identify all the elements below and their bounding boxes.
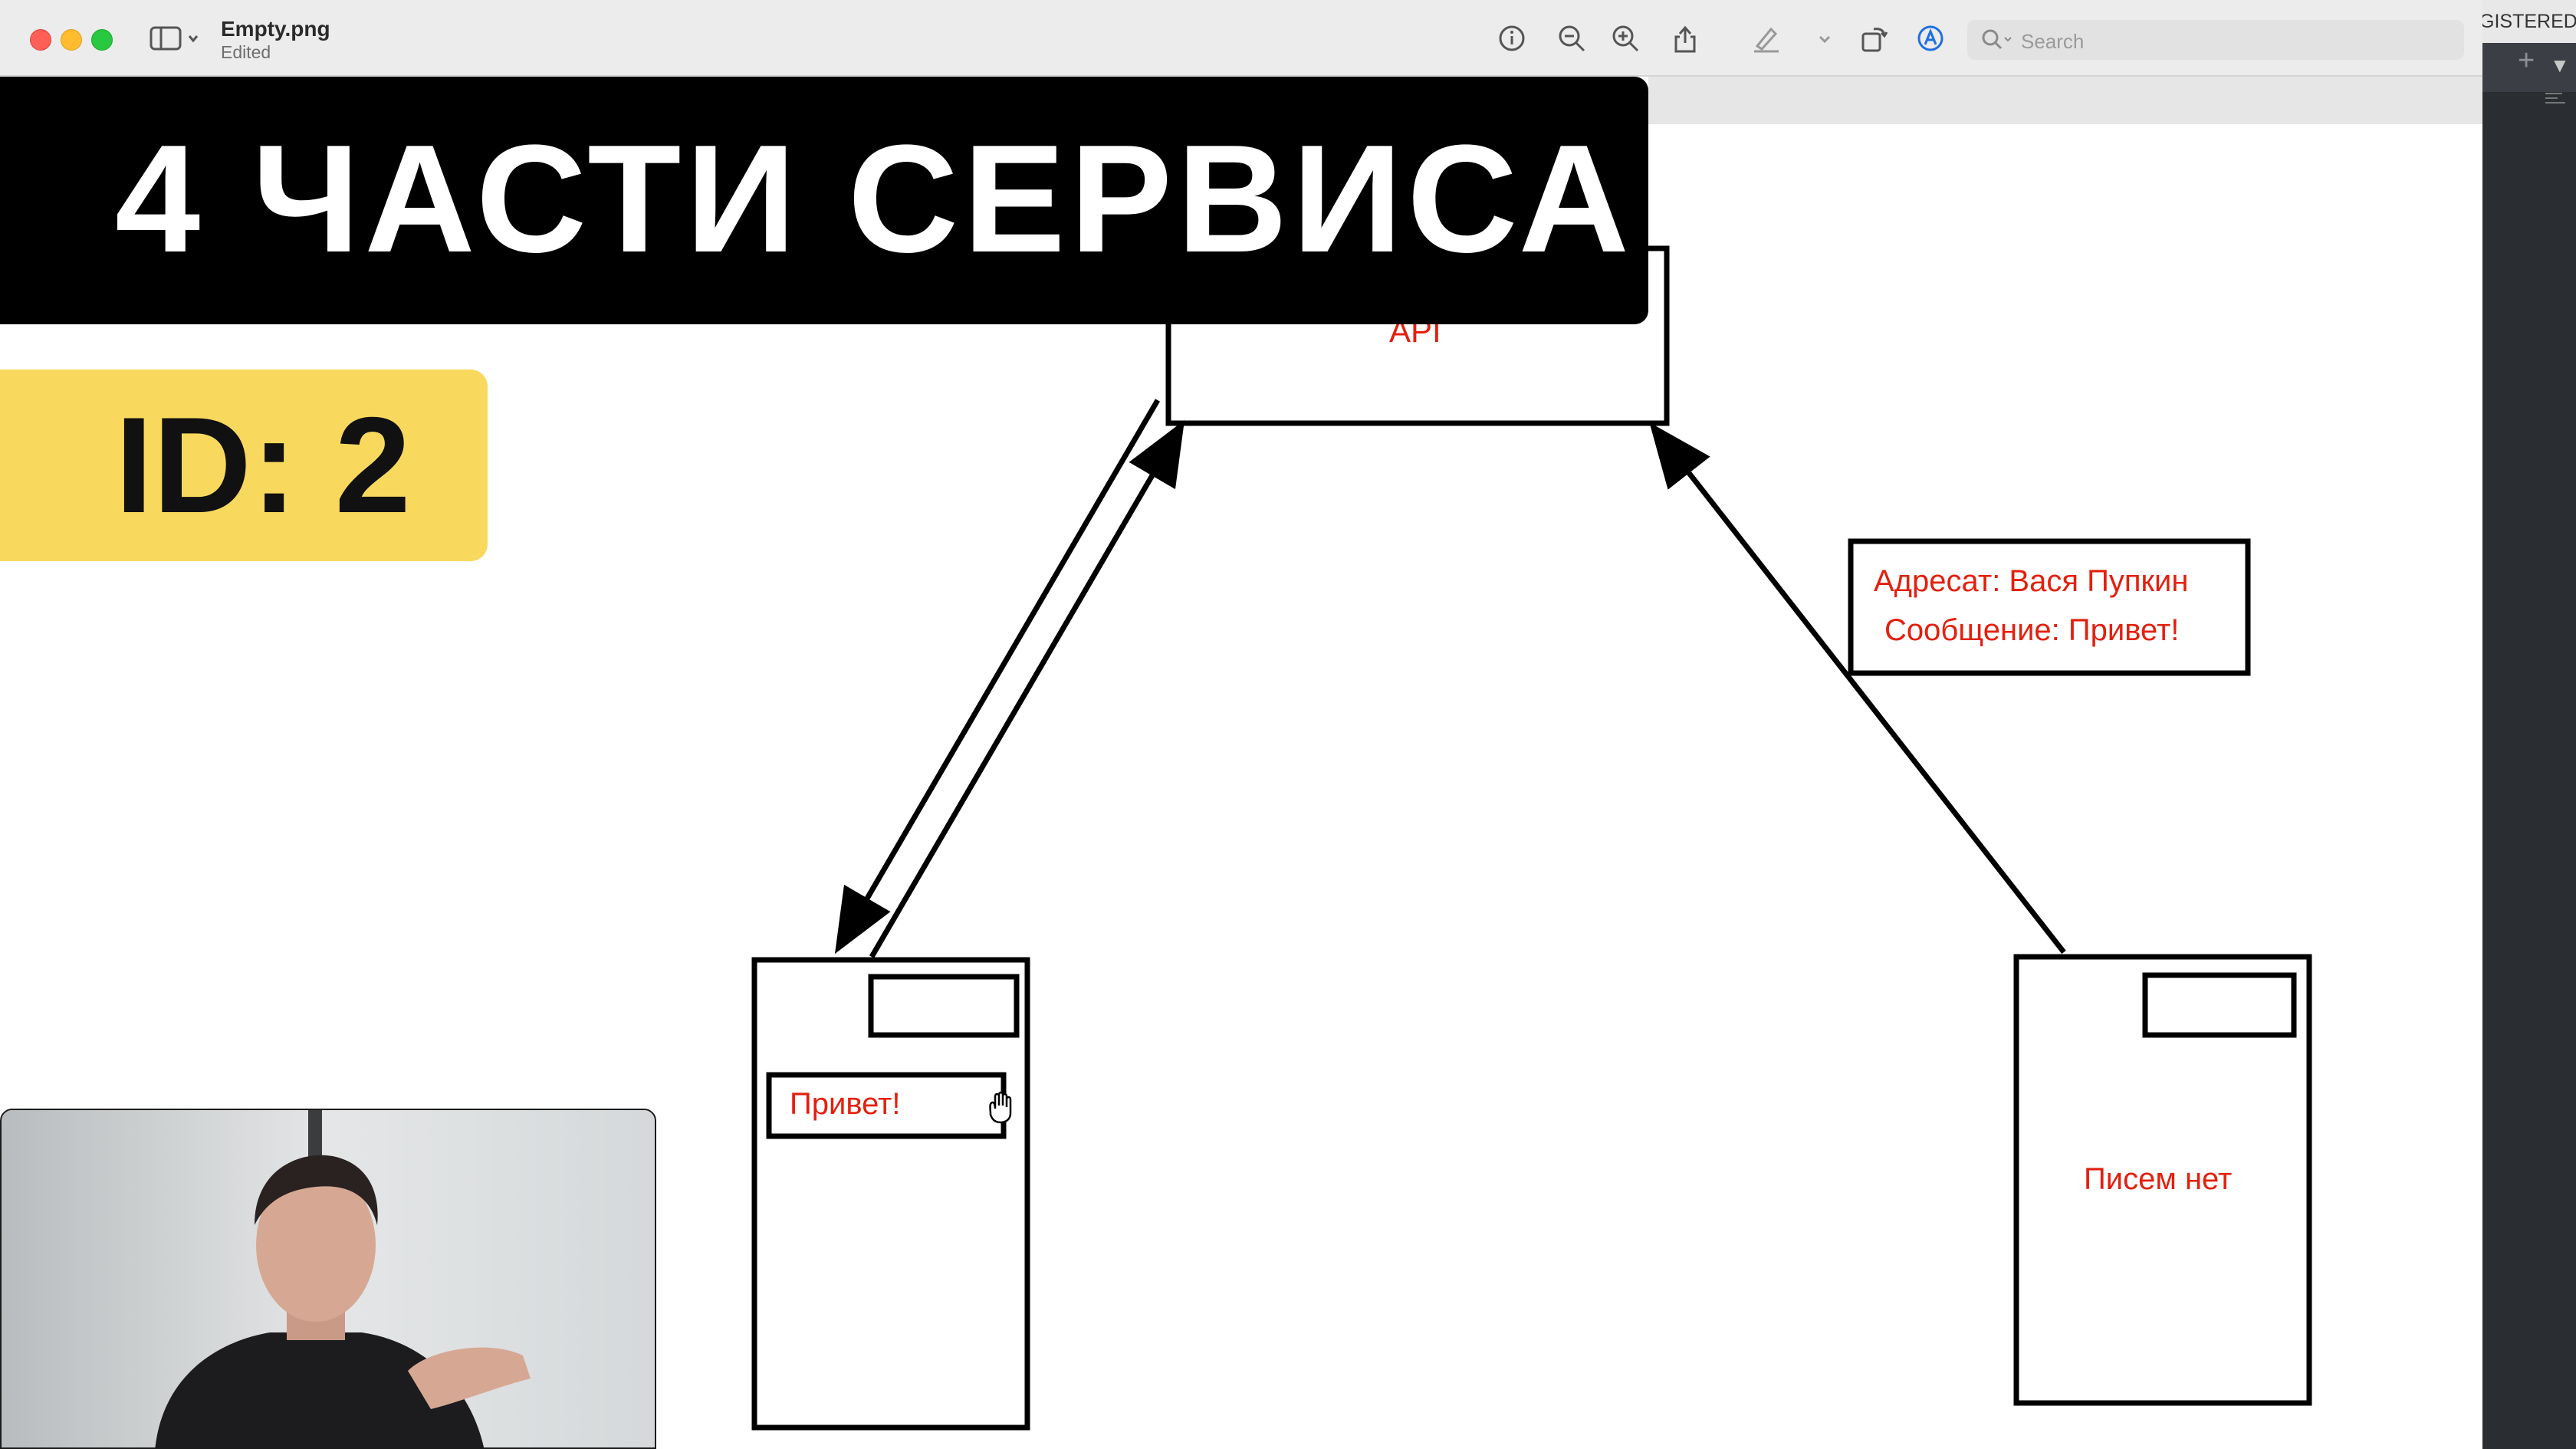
id-label: ID: 2 — [115, 389, 411, 541]
presenter-image — [2, 1110, 655, 1447]
video-title: 4 ЧАСТИ СЕРВИСА — [115, 113, 1635, 284]
background-app-toolbar: + ▼ — [2482, 43, 2576, 92]
left-client-box — [751, 957, 1030, 1431]
message-box — [1848, 538, 2251, 676]
left-client-input-text: Привет! — [790, 1087, 901, 1121]
message-body-text: Сообщение: Привет! — [1884, 613, 2180, 647]
minimap-icon — [2544, 90, 2570, 109]
right-client-status-text: Писем нет — [2084, 1162, 2233, 1196]
arrow-left-client-to-api — [869, 419, 1185, 958]
add-tab-icon[interactable]: + — [2518, 44, 2535, 77]
background-app-panel: GISTERED + ▼ — [2482, 0, 2576, 1449]
arrow-right-client-to-api — [1649, 422, 2066, 955]
background-app-title: GISTERED — [2482, 0, 2576, 43]
message-recipient-text: Адресат: Вася Пупкин — [1874, 564, 2189, 598]
arrow-api-to-left-client — [834, 399, 1161, 955]
webcam-video — [0, 1109, 656, 1449]
dropdown-caret-icon[interactable]: ▼ — [2550, 54, 2570, 77]
